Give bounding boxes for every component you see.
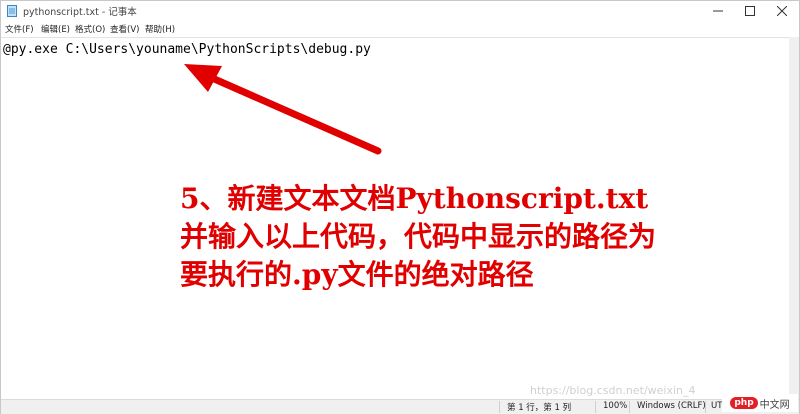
php-badge: php <box>730 397 758 409</box>
site-logo-text: 中文网 <box>759 399 790 411</box>
site-logo: php 中文网 <box>722 394 798 412</box>
watermark: https://blog.csdn.net/weixin_4 <box>530 384 696 397</box>
annotation-text: 5、新建文本文档Pythonscript.txt 并输入以上代码，代码中显示的路… <box>180 180 780 294</box>
annotation-line: 5、新建文本文档Pythonscript.txt <box>180 182 649 215</box>
annotation-line: 并输入以上代码，代码中显示的路径为 <box>180 220 657 253</box>
annotation-line: 要执行的.py文件的绝对路径 <box>180 258 534 291</box>
